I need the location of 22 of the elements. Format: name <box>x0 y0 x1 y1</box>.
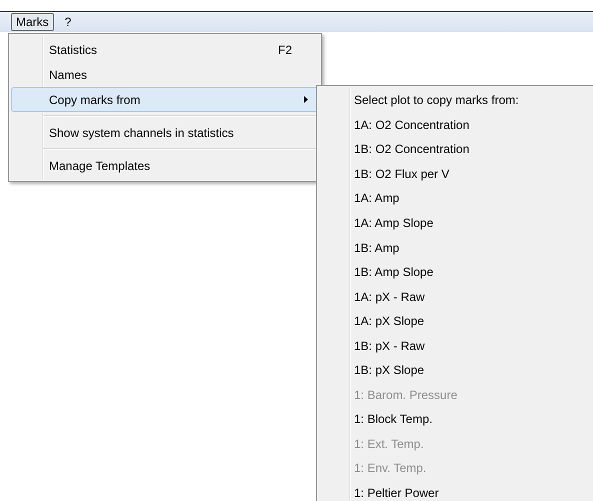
submenu-item[interactable]: 1A: pX Slope <box>354 312 424 330</box>
submenu-item[interactable]: 1A: O2 Concentration <box>354 116 470 134</box>
submenu-item[interactable]: 1: Block Temp. <box>354 410 432 428</box>
menu-item[interactable]: Manage Templates <box>11 153 319 178</box>
menu-item[interactable]: Show system channels in statistics <box>11 120 319 145</box>
submenu-item[interactable]: 1A: Amp <box>354 189 400 208</box>
submenu-item[interactable]: 1B: Amp Slope <box>354 263 434 282</box>
submenu-item[interactable]: 1B: O2 Concentration <box>354 140 470 158</box>
menu-bar-item[interactable]: ? <box>60 13 76 31</box>
menu-bar-item[interactable]: Marks <box>11 13 54 31</box>
shortcut-label: F2 <box>278 42 293 58</box>
menu-item[interactable]: Names <box>11 62 319 87</box>
submenu-header: Select plot to copy marks from: <box>354 92 519 110</box>
submenu-item[interactable]: 1A: Amp Slope <box>354 214 434 232</box>
menu-item[interactable]: Copy marks from <box>11 87 319 112</box>
submenu-item[interactable]: 1B: pX Slope <box>354 361 424 380</box>
submenu-item[interactable]: 1A: pX - Raw <box>354 288 425 306</box>
submenu-item[interactable]: 1B: O2 Flux per V <box>354 164 450 183</box>
submenu-item[interactable]: 1: Peltier Power <box>354 484 439 501</box>
submenu-item[interactable]: 1B: Amp <box>354 238 400 257</box>
submenu-item[interactable]: 1B: pX - Raw <box>354 336 425 355</box>
menu-item[interactable]: Statistics F2 <box>11 37 319 62</box>
